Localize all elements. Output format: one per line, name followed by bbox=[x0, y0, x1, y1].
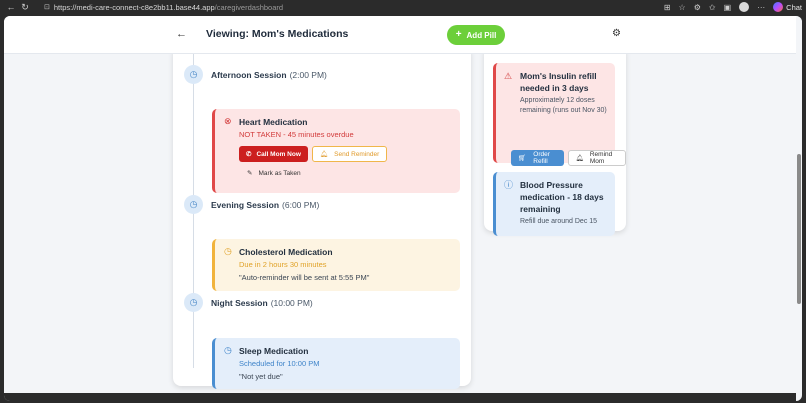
medication-schedule-card: ◷ Afternoon Session (2:00 PM) ⊗ Heart Med… bbox=[173, 46, 471, 389]
session-name: Night Session (10:00 PM) bbox=[211, 297, 313, 308]
chat-label: Chat bbox=[786, 2, 802, 12]
favorites-icon[interactable]: ✩ bbox=[709, 3, 716, 12]
mark-label: Mark as Taken bbox=[258, 169, 301, 177]
url-path: /caregiverdashboard bbox=[214, 2, 284, 12]
url-host: https://medi-care-connect-c8e2bb11.base4… bbox=[53, 2, 215, 12]
alert-action-row: 🛒︎ Order Refill 🔔︎ Remind Mom bbox=[511, 150, 626, 166]
gear-icon[interactable]: ⚙ bbox=[612, 29, 621, 39]
clock-icon: ◷ bbox=[184, 65, 203, 84]
clock-icon: ◷ bbox=[224, 345, 232, 355]
bottom-band bbox=[4, 393, 802, 401]
alert-title: Blood Pressure medication - 18 days rema… bbox=[520, 180, 604, 214]
remind-mom-label: Remind Mom bbox=[589, 151, 613, 165]
address-bar[interactable]: ⊡ https://medi-care-connect-c8e2bb11.bas… bbox=[44, 1, 283, 13]
page-viewport: ◷ Afternoon Session (2:00 PM) ⊗ Heart Med… bbox=[4, 16, 802, 401]
session-afternoon: ◷ Afternoon Session (2:00 PM) bbox=[184, 65, 327, 84]
chat-button[interactable]: Chat bbox=[773, 2, 802, 12]
extension-icon[interactable]: ⚙ bbox=[694, 3, 701, 12]
session-name: Afternoon Session (2:00 PM) bbox=[211, 69, 327, 80]
order-refill-button[interactable]: 🛒︎ Order Refill bbox=[511, 150, 564, 166]
call-label: Call Mom Now bbox=[256, 150, 301, 158]
add-pill-label: Add Pill bbox=[466, 30, 497, 40]
lock-icon: ⊡ bbox=[44, 4, 50, 11]
heart-medication-card: ⊗ Heart Medication NOT TAKEN - 45 minute… bbox=[212, 109, 460, 193]
session-time: (10:00 PM) bbox=[270, 297, 313, 308]
session-time: (2:00 PM) bbox=[289, 69, 327, 80]
bell-icon: 🔔︎ bbox=[319, 151, 329, 158]
copilot-icon bbox=[773, 2, 784, 12]
clock-icon: ◷ bbox=[184, 293, 203, 312]
med-note: "Not yet due" bbox=[239, 372, 283, 381]
back-arrow-icon[interactable]: ← bbox=[176, 28, 187, 40]
browser-chrome: ← ↻ ⊡ https://medi-care-connect-c8e2bb11… bbox=[0, 0, 806, 14]
pencil-icon: ✎ bbox=[247, 170, 253, 177]
bell-icon: 🔔︎ bbox=[575, 155, 584, 162]
clock-icon: ◷ bbox=[184, 195, 203, 214]
profile-avatar[interactable] bbox=[739, 2, 750, 12]
x-circle-icon: ⊗ bbox=[224, 116, 232, 126]
cart-icon: 🛒︎ bbox=[518, 155, 527, 162]
call-mom-button[interactable]: ✆ Call Mom Now bbox=[239, 146, 308, 162]
reload-icon[interactable]: ↻ bbox=[20, 2, 30, 12]
blood-pressure-alert: ⓘ Blood Pressure medication - 18 days re… bbox=[493, 172, 615, 236]
sleep-medication-card: ◷ Sleep Medication Scheduled for 10:00 P… bbox=[212, 338, 460, 389]
mark-as-taken-button[interactable]: ✎ Mark as Taken bbox=[247, 167, 460, 179]
session-time: (6:00 PM) bbox=[282, 199, 320, 210]
clock-icon: ◷ bbox=[224, 246, 232, 256]
remind-label: Send Reminder bbox=[334, 150, 380, 158]
app-header: ← Viewing: Mom's Medications ⌄ + Add Pill… bbox=[4, 16, 796, 54]
warning-icon: ⚠ bbox=[504, 71, 513, 81]
apps-icon[interactable]: ⊞ bbox=[664, 3, 671, 12]
back-arrow-icon[interactable]: ← bbox=[6, 2, 16, 12]
med-action-row: ✆ Call Mom Now 🔔︎ Send Reminder bbox=[239, 146, 460, 162]
plus-icon: + bbox=[455, 29, 462, 40]
remind-mom-button[interactable]: 🔔︎ Remind Mom bbox=[567, 150, 626, 166]
med-status: Scheduled for 10:00 PM bbox=[239, 359, 320, 368]
session-name: Evening Session (6:00 PM) bbox=[211, 199, 320, 210]
collections-icon[interactable]: ▣ bbox=[724, 3, 732, 12]
cholesterol-medication-card: ◷ Cholesterol Medication Due in 2 hours … bbox=[212, 239, 460, 291]
scrollbar-thumb[interactable] bbox=[797, 154, 801, 304]
info-icon: ⓘ bbox=[504, 180, 514, 190]
more-icon[interactable]: ··· bbox=[757, 3, 765, 12]
add-pill-button[interactable]: + Add Pill bbox=[447, 25, 505, 45]
med-status: NOT TAKEN - 45 minutes overdue bbox=[239, 130, 354, 139]
insulin-refill-alert: ⚠ Mom's Insulin refill needed in 3 days … bbox=[493, 63, 615, 163]
alert-description: Refill due around Dec 15 bbox=[520, 218, 598, 225]
refill-alerts-panel: ⚠ Mom's Insulin refill needed in 3 days … bbox=[484, 46, 626, 236]
alert-title: Mom's Insulin refill needed in 3 days bbox=[520, 71, 597, 93]
session-night: ◷ Night Session (10:00 PM) bbox=[184, 293, 313, 312]
session-evening: ◷ Evening Session (6:00 PM) bbox=[184, 195, 319, 214]
alert-description: Approximately 12 doses remaining (runs o… bbox=[520, 97, 607, 114]
scrollbar[interactable] bbox=[796, 16, 802, 401]
star-icon[interactable]: ☆ bbox=[679, 3, 686, 12]
order-label: Order Refill bbox=[533, 151, 550, 165]
chevron-down-icon[interactable]: ⌄ bbox=[331, 28, 338, 37]
med-note: "Auto-reminder will be sent at 5:55 PM" bbox=[239, 273, 370, 282]
browser-toolbar: ⊞ ☆ ⚙ ✩ ▣ ··· Chat bbox=[664, 1, 802, 13]
med-name: Cholesterol Medication bbox=[239, 247, 333, 257]
page-title[interactable]: Viewing: Mom's Medications bbox=[206, 28, 348, 41]
med-name: Heart Medication bbox=[239, 117, 308, 127]
send-reminder-button[interactable]: 🔔︎ Send Reminder bbox=[311, 146, 388, 162]
phone-icon: ✆ bbox=[246, 151, 252, 158]
med-name: Sleep Medication bbox=[239, 346, 309, 356]
med-status: Due in 2 hours 30 minutes bbox=[239, 260, 327, 269]
